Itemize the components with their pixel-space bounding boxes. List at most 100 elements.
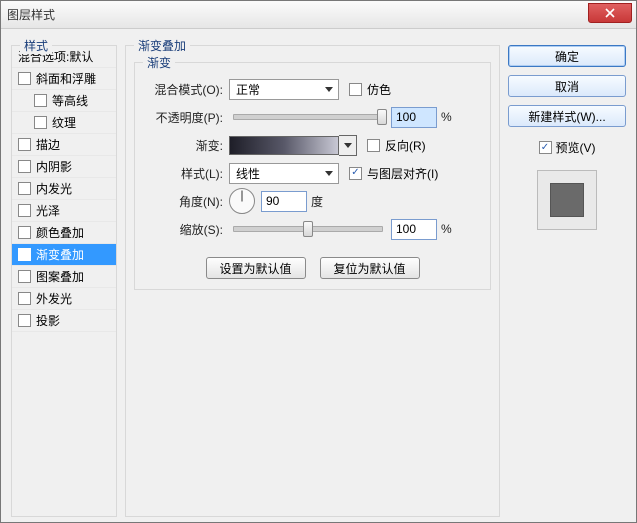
style-checkbox[interactable] [18, 182, 31, 195]
blend-mode-row: 混合模式(O): 正常 仿色 [145, 75, 480, 103]
blend-mode-combo[interactable]: 正常 [229, 79, 339, 100]
angle-dial[interactable] [229, 188, 255, 214]
style-item-label: 等高线 [52, 92, 88, 109]
angle-unit: 度 [311, 193, 323, 210]
scale-input[interactable]: 100 [391, 219, 437, 240]
dither-label: 仿色 [367, 81, 391, 98]
style-checkbox[interactable] [18, 204, 31, 217]
reverse-checkbox-box [367, 139, 380, 152]
align-label: 与图层对齐(I) [367, 165, 438, 182]
opacity-slider-thumb[interactable] [377, 109, 387, 125]
style-checkbox[interactable] [34, 94, 47, 107]
opacity-row: 不透明度(P): 100 % [145, 103, 480, 131]
style-checkbox[interactable] [18, 248, 31, 261]
make-default-button[interactable]: 设置为默认值 [206, 257, 306, 279]
style-checkbox[interactable] [18, 292, 31, 305]
new-style-label: 新建样式(W)... [528, 108, 605, 125]
window-title: 图层样式 [7, 6, 55, 23]
cancel-button[interactable]: 取消 [508, 75, 626, 97]
styles-legend: 样式 [20, 37, 52, 54]
preview-swatch [550, 183, 584, 217]
style-list-item[interactable]: 颜色叠加 [12, 222, 116, 244]
style-row: 样式(L): 线性 与图层对齐(I) [145, 159, 480, 187]
style-list-item[interactable]: 图案叠加 [12, 266, 116, 288]
angle-input[interactable]: 90 [261, 191, 307, 212]
style-checkbox[interactable] [18, 314, 31, 327]
dither-checkbox-box [349, 83, 362, 96]
style-checkbox[interactable] [18, 270, 31, 283]
style-list-item[interactable]: 内发光 [12, 178, 116, 200]
style-item-label: 外发光 [36, 290, 72, 307]
style-item-label: 内阴影 [36, 158, 72, 175]
style-item-label: 纹理 [52, 114, 76, 131]
style-list-item[interactable]: 等高线 [12, 90, 116, 112]
styles-fieldset: 样式 混合选项:默认斜面和浮雕等高线纹理描边内阴影内发光光泽颜色叠加渐变叠加图案… [11, 45, 117, 517]
gradient-picker-button[interactable] [339, 135, 357, 156]
style-list-item-selected[interactable]: 渐变叠加 [12, 244, 116, 266]
scale-slider[interactable] [233, 226, 383, 232]
style-value: 线性 [236, 165, 260, 182]
options-fieldset: 渐变叠加 渐变 混合模式(O): 正常 仿色 不透明 [125, 45, 500, 517]
scale-unit: % [441, 222, 452, 236]
preview-checkbox-box [539, 141, 552, 154]
style-checkbox[interactable] [18, 72, 31, 85]
layer-style-dialog: 图层样式 样式 混合选项:默认斜面和浮雕等高线纹理描边内阴影内发光光泽颜色叠加渐… [0, 0, 637, 523]
scale-slider-thumb[interactable] [303, 221, 313, 237]
opacity-input[interactable]: 100 [391, 107, 437, 128]
dialog-body: 样式 混合选项:默认斜面和浮雕等高线纹理描边内阴影内发光光泽颜色叠加渐变叠加图案… [1, 29, 636, 522]
gradient-group-legend: 渐变 [143, 54, 175, 71]
style-checkbox[interactable] [34, 116, 47, 129]
style-item-label: 投影 [36, 312, 60, 329]
ok-button[interactable]: 确定 [508, 45, 626, 67]
gradient-label: 渐变: [145, 137, 229, 154]
style-combo[interactable]: 线性 [229, 163, 339, 184]
style-list-item[interactable]: 光泽 [12, 200, 116, 222]
reset-default-label: 复位为默认值 [333, 260, 405, 277]
style-checkbox[interactable] [18, 160, 31, 173]
new-style-button[interactable]: 新建样式(W)... [508, 105, 626, 127]
style-list-item[interactable]: 外发光 [12, 288, 116, 310]
default-buttons-row: 设置为默认值 复位为默认值 [145, 257, 480, 279]
style-item-label: 渐变叠加 [36, 246, 84, 263]
align-checkbox[interactable]: 与图层对齐(I) [349, 165, 438, 182]
make-default-label: 设置为默认值 [219, 260, 291, 277]
angle-row: 角度(N): 90 度 [145, 187, 480, 215]
style-item-label: 图案叠加 [36, 268, 84, 285]
action-column: 确定 取消 新建样式(W)... 预览(V) [508, 45, 626, 512]
style-list-item[interactable]: 斜面和浮雕 [12, 68, 116, 90]
opacity-unit: % [441, 110, 452, 124]
reset-default-button[interactable]: 复位为默认值 [320, 257, 420, 279]
options-column: 渐变叠加 渐变 混合模式(O): 正常 仿色 不透明 [125, 45, 500, 512]
close-icon [605, 8, 615, 18]
opacity-label: 不透明度(P): [145, 109, 229, 126]
scale-row: 缩放(S): 100 % [145, 215, 480, 243]
gradient-preview[interactable] [229, 136, 339, 155]
style-checkbox[interactable] [18, 138, 31, 151]
blend-mode-value: 正常 [236, 81, 260, 98]
gradient-group: 渐变 混合模式(O): 正常 仿色 不透明度(P): [134, 62, 491, 290]
style-item-label: 斜面和浮雕 [36, 70, 96, 87]
style-list-item[interactable]: 纹理 [12, 112, 116, 134]
scale-label: 缩放(S): [145, 221, 229, 238]
preview-checkbox[interactable]: 预览(V) [508, 139, 626, 156]
opacity-slider[interactable] [233, 114, 383, 120]
styles-column: 样式 混合选项:默认斜面和浮雕等高线纹理描边内阴影内发光光泽颜色叠加渐变叠加图案… [11, 45, 117, 517]
reverse-label: 反向(R) [385, 137, 426, 154]
titlebar[interactable]: 图层样式 [1, 1, 636, 29]
gradient-row: 渐变: 反向(R) [145, 131, 480, 159]
cancel-label: 取消 [555, 78, 579, 95]
align-checkbox-box [349, 167, 362, 180]
style-list-item[interactable]: 描边 [12, 134, 116, 156]
angle-label: 角度(N): [145, 193, 229, 210]
style-checkbox[interactable] [18, 226, 31, 239]
close-button[interactable] [588, 3, 632, 23]
dither-checkbox[interactable]: 仿色 [349, 81, 391, 98]
style-item-label: 颜色叠加 [36, 224, 84, 241]
style-item-label: 光泽 [36, 202, 60, 219]
style-list-item[interactable]: 内阴影 [12, 156, 116, 178]
preview-thumbnail [537, 170, 597, 230]
options-legend: 渐变叠加 [134, 37, 190, 54]
style-item-label: 描边 [36, 136, 60, 153]
style-list-item[interactable]: 投影 [12, 310, 116, 332]
reverse-checkbox[interactable]: 反向(R) [367, 137, 426, 154]
